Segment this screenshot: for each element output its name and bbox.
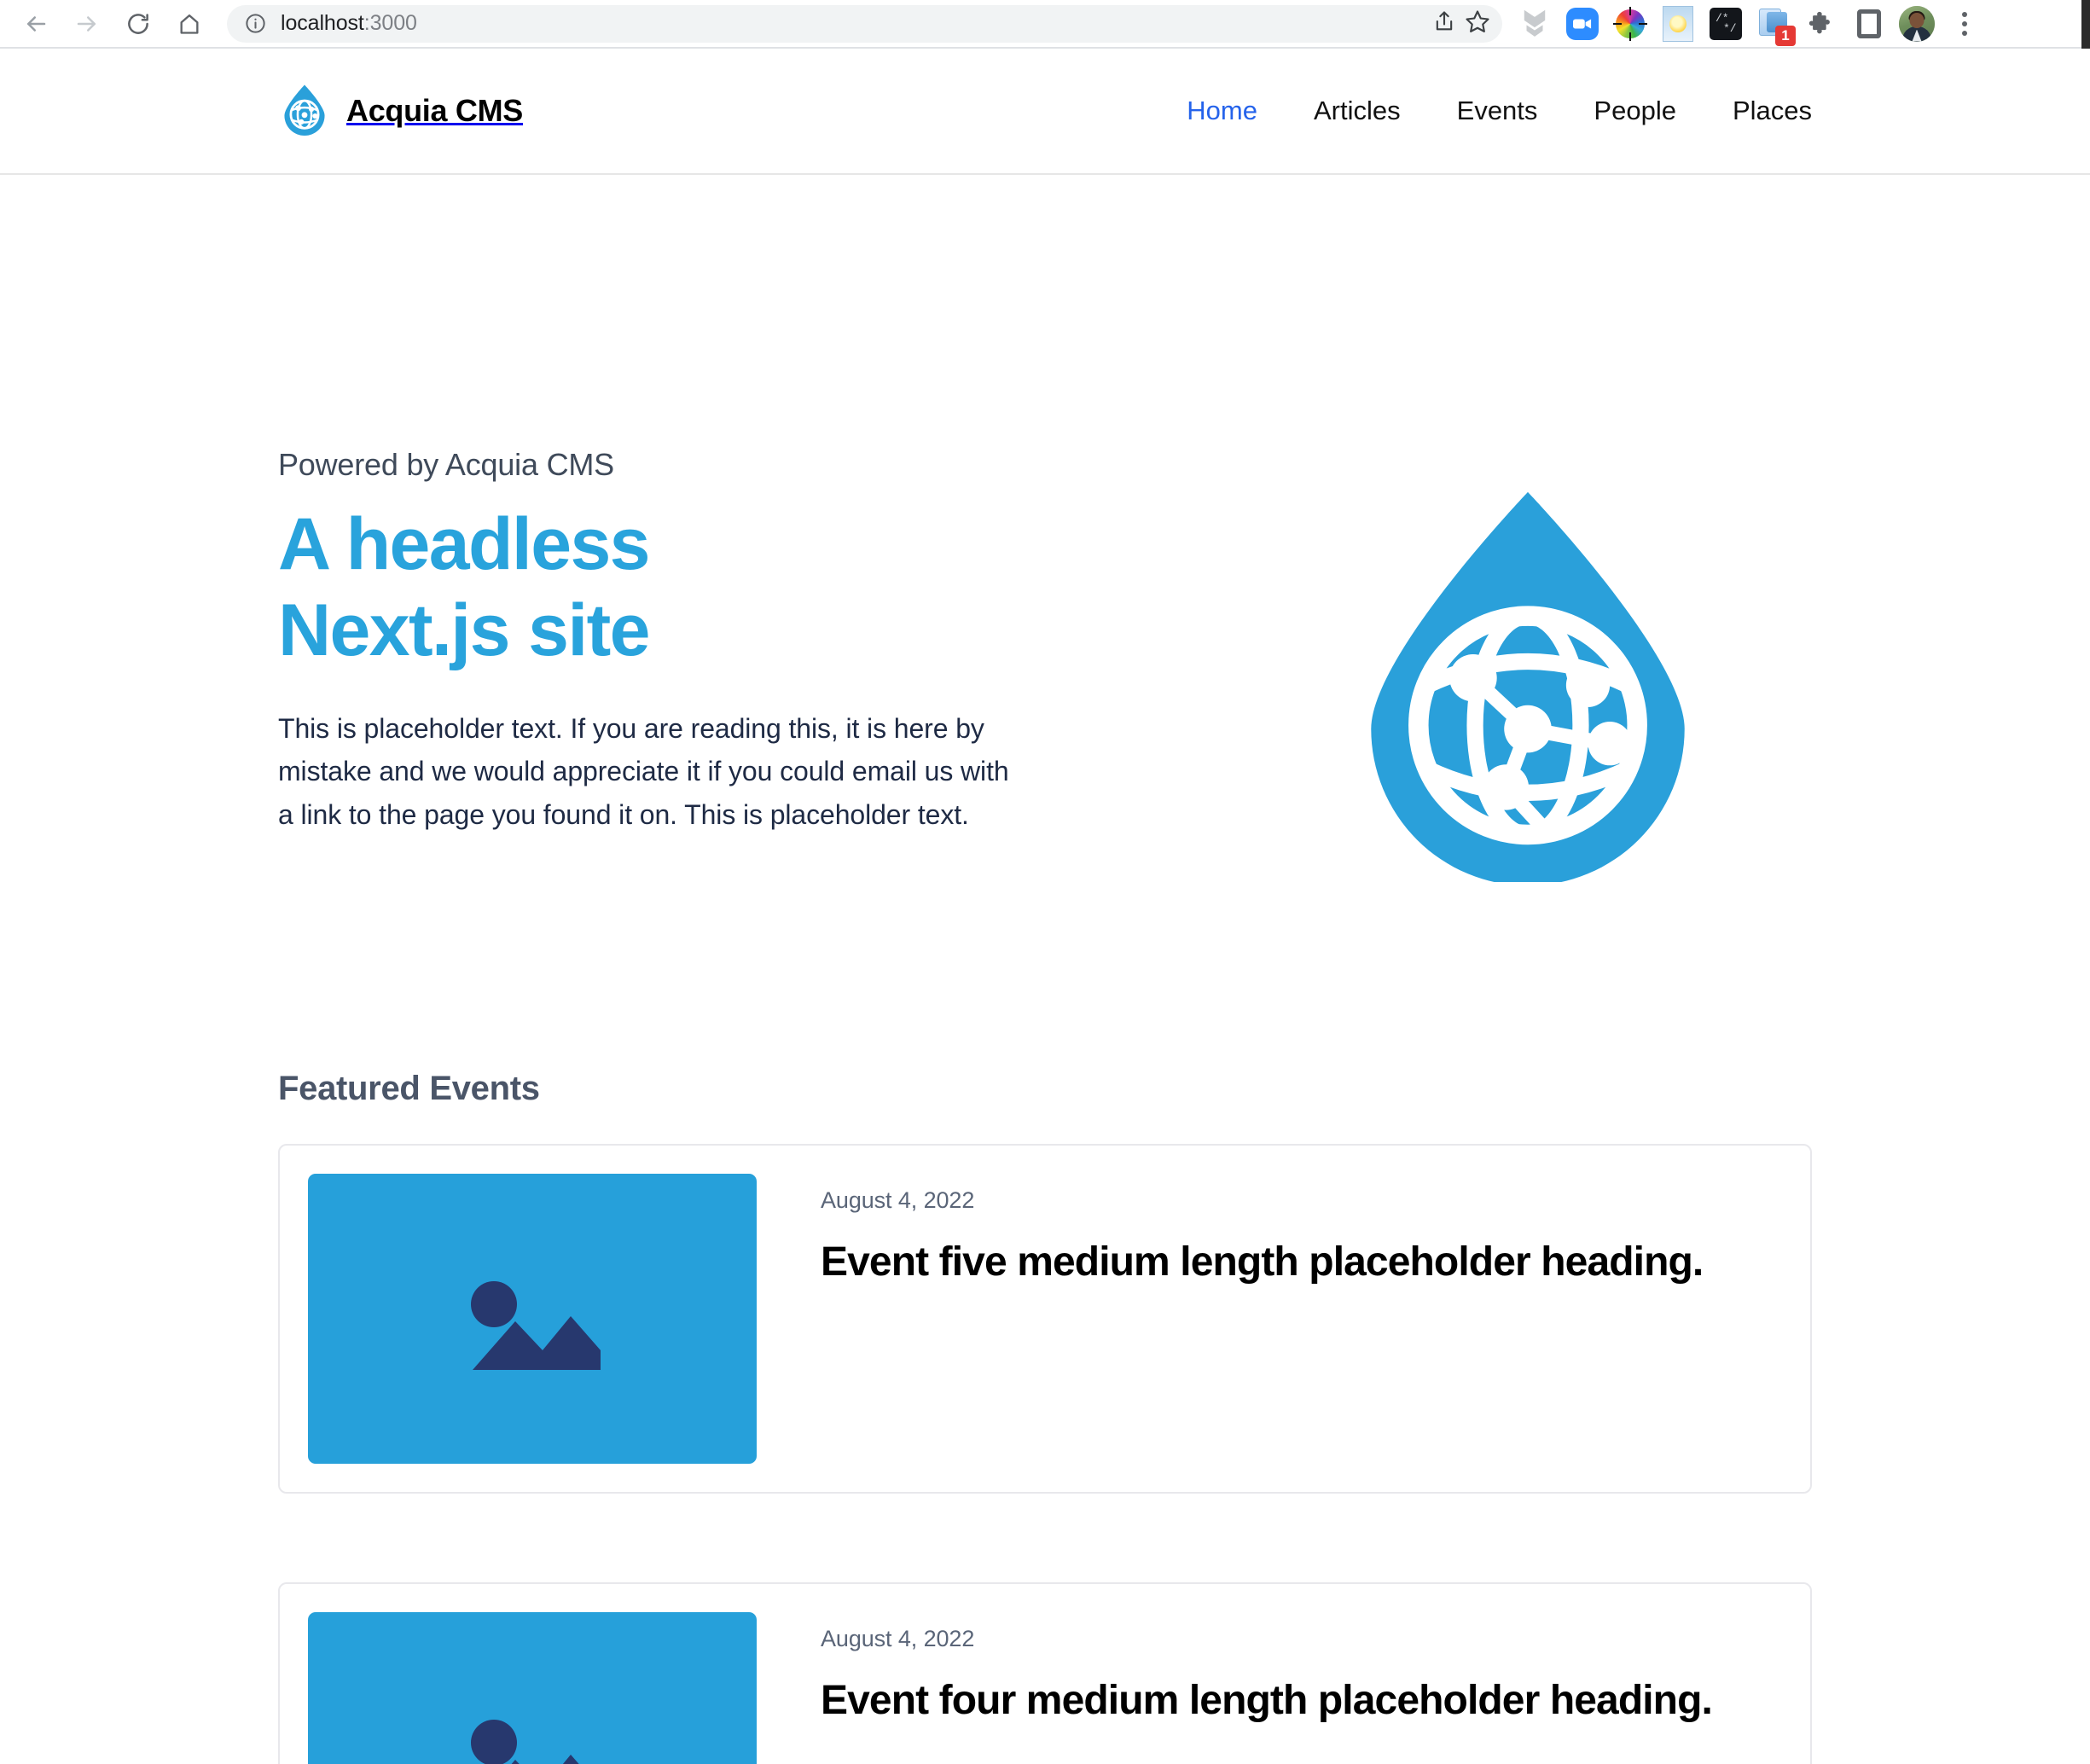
site-info-icon[interactable] [244, 12, 267, 35]
side-panel-icon[interactable] [1849, 3, 1890, 44]
chrome-menu-icon[interactable] [1944, 3, 1985, 44]
nav-item-events[interactable]: Events [1429, 96, 1566, 126]
event-card[interactable]: August 4, 2022 Event five medium length … [278, 1144, 1812, 1494]
brand-name: Acquia CMS [346, 93, 524, 128]
browser-toolbar: localhost:3000 /* */ 1 [0, 0, 2090, 49]
nav-item-places[interactable]: Places [1704, 96, 1812, 126]
main-navigation: Home Articles Events People Places [1158, 96, 1812, 126]
url-host: localhost [281, 11, 364, 35]
nav-item-people[interactable]: People [1565, 96, 1704, 126]
browser-nav-buttons [12, 0, 213, 48]
extension-icons: /* */ 1 [1514, 3, 1985, 46]
hero-text-block: Powered by Acquia CMS A headless Next.js… [278, 447, 1029, 837]
page-content: Powered by Acquia CMS A headless Next.js… [0, 175, 2090, 1764]
profile-avatar[interactable] [1896, 3, 1937, 44]
read-later-icon[interactable]: 1 [1753, 3, 1796, 46]
event-card-body: August 4, 2022 Event four medium length … [757, 1612, 1713, 1727]
section-title: Featured Events [278, 1070, 540, 1107]
color-picker-icon[interactable] [1610, 3, 1651, 44]
code-comment-icon[interactable]: /* */ [1705, 3, 1746, 44]
home-icon[interactable] [165, 0, 213, 48]
share-icon[interactable] [1432, 9, 1456, 38]
image-placeholder-icon [308, 1174, 757, 1464]
hero-section: Powered by Acquia CMS A headless Next.js… [278, 175, 1812, 886]
brand-logo-link[interactable]: Acquia CMS [278, 83, 523, 140]
event-title[interactable]: Event four medium length placeholder hea… [821, 1674, 1713, 1727]
momentum-chevron-icon[interactable] [1514, 3, 1555, 44]
featured-events-section: Featured Events August 4, 2022 Event fiv… [278, 886, 1812, 1764]
extensions-puzzle-icon[interactable] [1801, 3, 1842, 44]
nav-item-home[interactable]: Home [1158, 96, 1286, 126]
address-bar[interactable]: localhost:3000 [227, 4, 1502, 43]
hero-body-text: This is placeholder text. If you are rea… [278, 712, 1009, 831]
window-edge [2081, 0, 2090, 49]
hero-title-line-2: Next.js site [278, 589, 651, 672]
site-header-inner: Acquia CMS Home Articles Events People P… [0, 83, 2090, 140]
url-port: :3000 [363, 11, 417, 35]
back-arrow-icon[interactable] [12, 0, 60, 48]
site-header: Acquia CMS Home Articles Events People P… [0, 49, 2090, 175]
image-placeholder-icon [308, 1612, 757, 1764]
event-title[interactable]: Event five medium length placeholder hea… [821, 1236, 1704, 1289]
bookmark-star-icon[interactable] [1465, 9, 1490, 38]
hero-eyebrow: Powered by Acquia CMS [278, 447, 614, 482]
event-card[interactable]: August 4, 2022 Event four medium length … [278, 1582, 1812, 1764]
zoom-icon[interactable] [1562, 3, 1603, 44]
acquia-droplet-logo [278, 83, 331, 140]
event-card-body: August 4, 2022 Event five medium length … [757, 1174, 1704, 1289]
notification-badge: 1 [1775, 25, 1796, 46]
event-date: August 4, 2022 [821, 1187, 975, 1213]
acquia-droplet-globe-logo [1344, 481, 1711, 886]
nav-item-articles[interactable]: Articles [1286, 96, 1429, 126]
omnibox-actions [1432, 9, 1490, 38]
forward-arrow-icon[interactable] [63, 0, 111, 48]
weather-icon[interactable] [1657, 3, 1698, 44]
url-text: localhost:3000 [281, 11, 417, 36]
page-title: A headless Next.js site [278, 502, 1029, 675]
event-date: August 4, 2022 [821, 1626, 975, 1651]
hero-title-line-1: A headless [278, 503, 651, 585]
reload-icon[interactable] [114, 0, 162, 48]
